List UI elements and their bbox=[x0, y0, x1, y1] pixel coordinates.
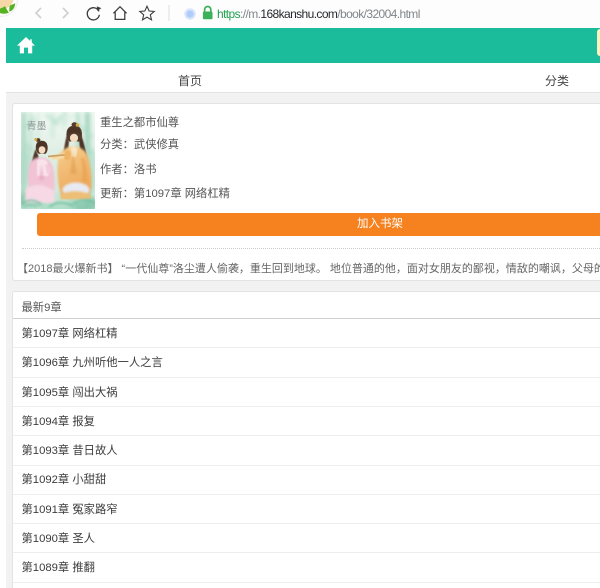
svg-text:青墨: 青墨 bbox=[27, 120, 47, 133]
